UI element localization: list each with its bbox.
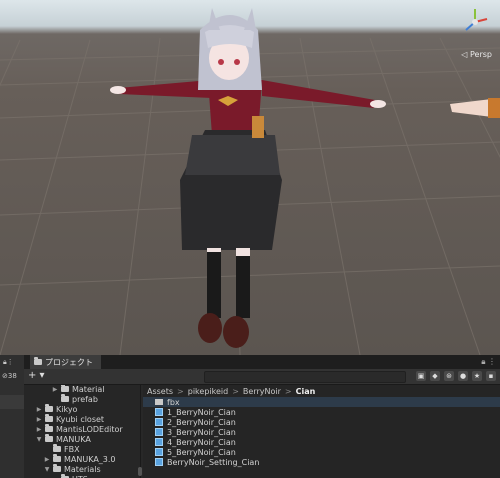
expand-arrow-icon[interactable]: ▼ [36, 436, 42, 443]
scene-canvas [0, 8, 500, 355]
breadcrumb-separator-icon: > [284, 386, 292, 396]
tree-item-label: Material [72, 385, 105, 394]
tree-item-label: Kikyo [56, 404, 78, 414]
tree-item-label: Materials [64, 464, 101, 474]
folder-icon [53, 464, 61, 472]
axis-gizmo-icon[interactable] [460, 6, 490, 36]
search-by-label-icon[interactable]: ◆ [430, 371, 440, 381]
slider-icon[interactable]: ▪ [486, 371, 496, 381]
expand-arrow-icon[interactable]: ▶ [36, 426, 42, 433]
file-label: 3_BerryNoir_Cian [167, 427, 236, 437]
tree-item[interactable]: FBX [44, 444, 80, 454]
prefab-icon [155, 438, 163, 446]
tree-item[interactable]: ▼ Materials [44, 464, 101, 474]
breadcrumb-separator-icon: > [232, 386, 239, 396]
file-label: 1_BerryNoir_Cian [167, 407, 236, 417]
tab-menu-icon[interactable]: 🔒︎ ⋮ [481, 357, 496, 367]
folder-tree: ▶ Material prefab ▶ Kikyo ▶ Kyubi closet ▶ Manti… [24, 385, 141, 478]
project-panel: 🔒︎⋮ ⊘38 プロジェクト 🔒︎ ⋮ + ▾ ▣ ◆ ⊛ ● ★ ▪ ▶ Mat… [0, 355, 500, 478]
folder-icon [155, 399, 163, 405]
file-row[interactable]: 5_BerryNoir_Cian [143, 447, 500, 457]
tree-item[interactable]: ▶ MANUKA_3.0 [44, 454, 116, 464]
hidden-count-value: 38 [7, 372, 17, 380]
side-panel-strip: 🔒︎⋮ ⊘38 [0, 355, 25, 478]
file-row[interactable]: 1_BerryNoir_Cian [143, 407, 500, 417]
expand-arrow-icon[interactable]: ▶ [52, 386, 58, 393]
file-row[interactable]: fbx [143, 397, 500, 407]
file-label: 2_BerryNoir_Cian [167, 417, 236, 427]
search-by-type-icon[interactable]: ▣ [416, 371, 426, 381]
tree-item-label: MANUKA_3.0 [64, 454, 116, 464]
project-toolbar: + ▾ ▣ ◆ ⊛ ● ★ ▪ [24, 369, 500, 385]
prefab-icon [155, 428, 163, 436]
hidden-packages-icon[interactable]: ● [458, 371, 468, 381]
file-list: Assets > pikepikeid > BerryNoir > Cian fbx 1_Be… [143, 385, 500, 478]
toolbar-icons: ▣ ◆ ⊛ ● ★ ▪ [416, 371, 496, 381]
file-row[interactable]: BerryNoir_Setting_Cian [143, 457, 500, 467]
expand-arrow-icon[interactable]: ▼ [44, 466, 50, 473]
side-selected-row[interactable] [0, 395, 24, 409]
tree-item-label: prefab [72, 394, 98, 404]
breadcrumb-item[interactable]: Assets [147, 387, 173, 396]
file-label: BerryNoir_Setting_Cian [167, 457, 260, 467]
expand-arrow-icon[interactable]: ▶ [36, 416, 42, 423]
tree-item[interactable]: ▶ Kikyo [36, 404, 77, 414]
tree-item[interactable]: prefab [52, 394, 98, 404]
prefab-icon [155, 448, 163, 456]
hidden-count[interactable]: ⊘38 [2, 372, 17, 380]
tree-scrollbar[interactable] [138, 467, 142, 476]
tree-item[interactable]: ▶ Kyubi closet [36, 414, 104, 424]
breadcrumb-item[interactable]: Cian [296, 387, 316, 396]
tree-item[interactable]: ▼ MANUKA [36, 434, 91, 444]
tree-item-label: Kyubi closet [56, 414, 105, 424]
file-row[interactable]: 2_BerryNoir_Cian [143, 417, 500, 427]
projection-icon: ◁ [461, 50, 468, 59]
scene-viewport[interactable]: ◁ Persp [0, 0, 500, 355]
second-avatar-hand [450, 98, 500, 118]
breadcrumb: Assets > pikepikeid > BerryNoir > Cian [147, 385, 315, 397]
tree-item-label: MantisLODEditor [56, 424, 123, 434]
folder-icon [45, 414, 53, 422]
file-row[interactable]: 4_BerryNoir_Cian [143, 437, 500, 447]
tree-item-label: FBX [64, 444, 80, 454]
prefab-icon [155, 418, 163, 426]
folder-icon [53, 454, 61, 462]
prefab-icon [155, 408, 163, 416]
folder-icon [45, 424, 53, 432]
breadcrumb-item[interactable]: pikepikeid [188, 387, 228, 396]
star-filter-icon[interactable]: ⊛ [444, 371, 454, 381]
expand-arrow-icon[interactable]: ▶ [36, 406, 42, 413]
file-label: fbx [167, 397, 180, 407]
create-button[interactable]: + ▾ [28, 370, 45, 381]
folder-icon [61, 385, 69, 392]
prefab-icon [155, 458, 163, 466]
tab-bar: プロジェクト 🔒︎ ⋮ [24, 355, 500, 369]
lock-icon[interactable]: 🔒︎⋮ [3, 358, 14, 367]
tree-item-label: UTS... [72, 475, 95, 478]
folder-icon [61, 394, 69, 402]
file-label: 5_BerryNoir_Cian [167, 447, 236, 457]
avatar-model[interactable] [110, 8, 386, 348]
breadcrumb-separator-icon: > [177, 386, 184, 396]
favorite-icon[interactable]: ★ [472, 371, 482, 381]
folder-icon [53, 444, 61, 452]
breadcrumb-item[interactable]: BerryNoir [243, 387, 281, 396]
projection-label: Persp [470, 50, 492, 59]
search-input[interactable] [204, 371, 406, 383]
file-label: 4_BerryNoir_Cian [167, 437, 236, 447]
folder-icon [34, 357, 42, 365]
folder-icon [45, 434, 53, 442]
tree-item[interactable]: ▶ MantisLODEditor [36, 424, 123, 434]
file-row[interactable]: 3_BerryNoir_Cian [143, 427, 500, 437]
expand-arrow-icon[interactable]: ▶ [44, 456, 50, 463]
projection-toggle[interactable]: ◁ Persp [461, 50, 492, 59]
tree-item[interactable]: UTS... [52, 474, 95, 478]
tree-item-label: MANUKA [56, 434, 91, 444]
tree-item[interactable]: ▶ Material [52, 385, 105, 394]
tab-project-label: プロジェクト [45, 357, 93, 367]
tab-project[interactable]: プロジェクト [30, 355, 101, 369]
folder-icon [45, 404, 53, 412]
